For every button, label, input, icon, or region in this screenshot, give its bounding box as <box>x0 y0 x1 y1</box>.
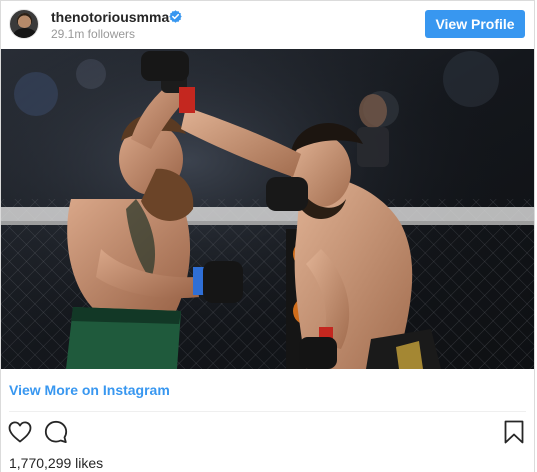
view-profile-button[interactable]: View Profile <box>425 10 525 38</box>
post-header: thenotoriousmma 29.1m followers View Pro… <box>1 1 534 49</box>
view-more-link[interactable]: View More on Instagram <box>9 382 170 398</box>
verified-badge-icon <box>169 10 182 23</box>
post-photo[interactable] <box>1 49 534 369</box>
comment-icon[interactable] <box>43 419 69 445</box>
avatar-face <box>17 13 32 28</box>
heart-icon[interactable] <box>7 419 33 445</box>
bookmark-icon[interactable] <box>501 419 527 445</box>
avatar-body <box>13 28 37 38</box>
fight-photo-illustration <box>1 49 534 369</box>
followers-count: 29.1m followers <box>51 27 136 41</box>
likes-count: 1,770,299 likes <box>9 455 104 471</box>
instagram-embed: thenotoriousmma 29.1m followers View Pro… <box>0 0 535 472</box>
divider <box>9 411 526 412</box>
avatar[interactable] <box>9 9 39 39</box>
action-bar <box>1 419 534 449</box>
username[interactable]: thenotoriousmma <box>51 9 169 25</box>
